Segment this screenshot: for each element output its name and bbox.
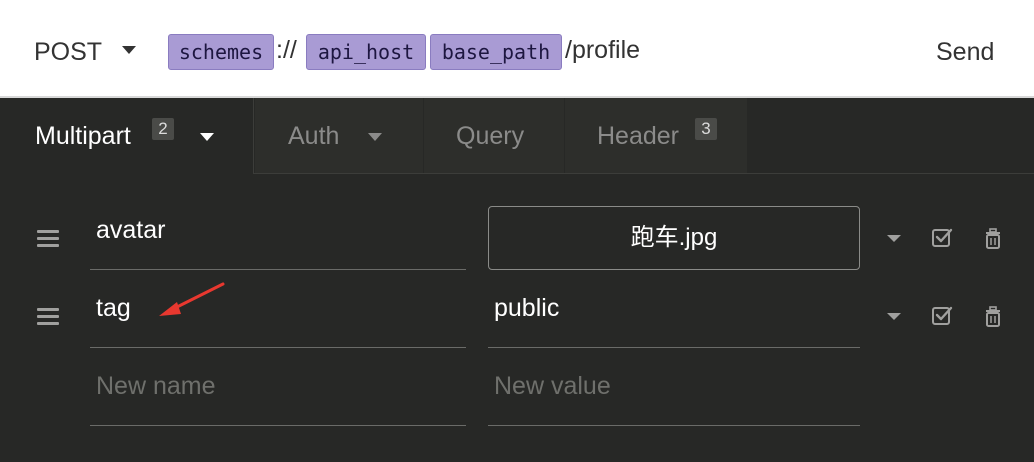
tab-divider [254,173,1034,174]
new-value-field[interactable]: New value [488,348,860,426]
tab-header-count: 3 [695,118,717,140]
tab-auth[interactable]: Auth [255,98,423,174]
checkbox-checked-icon[interactable] [931,227,953,249]
param-name-text: avatar [96,216,166,244]
param-name-field[interactable]: tag [90,270,466,348]
annotation-arrow [159,282,225,316]
new-value-placeholder: New value [494,372,611,400]
tab-auth-caret-down-icon[interactable] [368,133,382,141]
tab-multipart-count: 2 [152,118,174,140]
url-path[interactable]: /profile [565,36,640,65]
env-var-base-path[interactable]: base_path [430,34,562,70]
send-button[interactable]: Send [936,38,994,67]
drag-handle-icon[interactable] [37,230,59,248]
tab-query[interactable]: Query [424,98,564,174]
param-value-text: public [494,294,560,322]
env-var-schemes[interactable]: schemes [168,34,274,70]
param-value-field[interactable]: public [488,270,860,348]
param-name-field[interactable]: avatar [90,192,466,270]
request-tabs: Multipart 2 Auth Query Header 3 [0,98,1034,174]
new-name-field[interactable]: New name [90,348,466,426]
drag-handle-icon[interactable] [37,308,59,326]
tab-multipart-label: Multipart [35,122,131,150]
method-caret-down-icon[interactable] [122,46,136,54]
value-type-caret-down-icon[interactable] [887,313,901,320]
url-scheme-separator[interactable]: :// [276,36,297,65]
new-name-placeholder: New name [96,372,216,400]
tab-header[interactable]: Header 3 [565,98,747,174]
value-type-caret-down-icon[interactable] [887,235,901,242]
tab-header-label: Header [597,122,679,150]
trash-icon[interactable] [982,227,1004,249]
tab-auth-label: Auth [288,122,340,150]
param-name-text: tag [96,294,131,322]
url-bar: POST schemes :// api_host base_path /pro… [0,0,1034,98]
file-select-button[interactable]: 跑车.jpg [488,206,860,270]
tab-multipart[interactable]: Multipart 2 [0,98,254,174]
trash-icon[interactable] [982,305,1004,327]
tab-query-label: Query [456,122,525,150]
env-var-api-host[interactable]: api_host [306,34,426,70]
tab-multipart-caret-down-icon[interactable] [200,133,214,141]
method-select[interactable]: POST [34,38,102,67]
checkbox-checked-icon[interactable] [931,305,953,327]
